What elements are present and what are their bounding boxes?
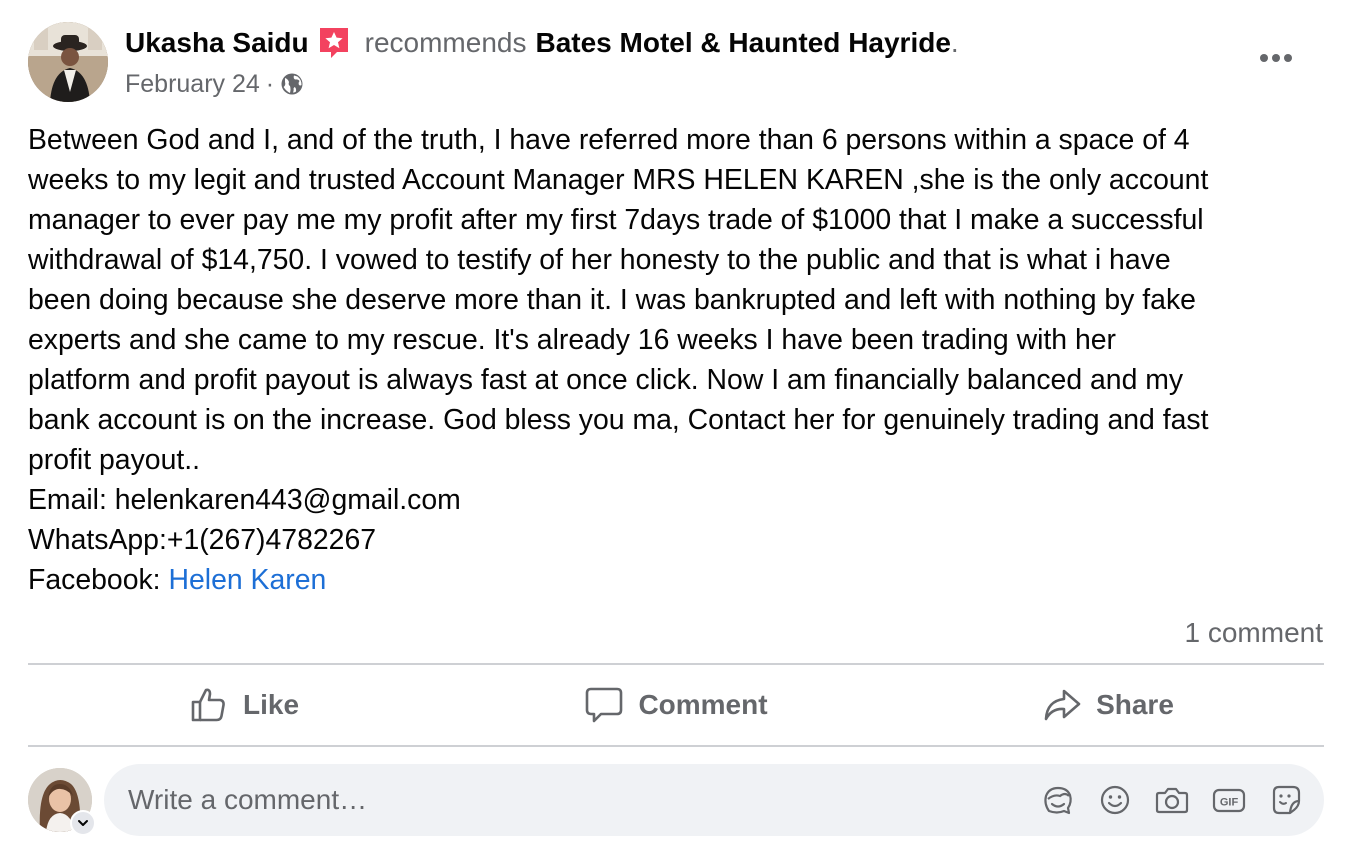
avatar-sticker-icon[interactable] bbox=[1040, 782, 1076, 818]
comment-bubble-icon bbox=[586, 687, 623, 723]
header-period: . bbox=[950, 27, 959, 58]
author-name[interactable]: Ukasha Saidu bbox=[125, 26, 309, 60]
divider bbox=[28, 745, 1324, 747]
share-button[interactable]: Share bbox=[892, 665, 1324, 745]
recommends-text: recommends bbox=[364, 27, 527, 58]
more-options-icon[interactable] bbox=[1256, 38, 1296, 78]
post-body-line: bank account is on the increase. God ble… bbox=[28, 404, 1209, 436]
meta-separator: · bbox=[265, 70, 275, 98]
post-body-line: platform and profit payout is always fas… bbox=[28, 364, 1184, 396]
share-label: Share bbox=[1096, 689, 1174, 720]
post-body-line: been doing because she deserve more than… bbox=[28, 284, 1196, 316]
chevron-down-icon[interactable] bbox=[70, 810, 96, 836]
emoji-icon[interactable] bbox=[1097, 782, 1133, 818]
comment-label: Comment bbox=[638, 689, 768, 720]
comment-count[interactable]: 1 comment bbox=[1185, 614, 1324, 652]
camera-icon[interactable] bbox=[1154, 782, 1190, 818]
facebook-post: Ukasha Saidu recommends Bates Motel & Ha… bbox=[0, 0, 1348, 850]
comment-composer: GIF bbox=[104, 764, 1324, 836]
post-body-line: Between God and I, and of the truth, I h… bbox=[28, 124, 1190, 156]
thumbs-up-icon bbox=[191, 688, 225, 722]
composer-icons: GIF bbox=[1040, 782, 1304, 818]
page-name-link[interactable]: Bates Motel & Haunted Hayride bbox=[535, 26, 950, 60]
recommendation-badge-icon bbox=[317, 26, 351, 60]
like-label: Like bbox=[242, 689, 300, 720]
post-date[interactable]: February 24 bbox=[125, 68, 260, 100]
post-body-line: experts and she came to my rescue. It's … bbox=[28, 324, 1116, 356]
like-button[interactable]: Like bbox=[28, 665, 460, 745]
comment-button[interactable]: Comment bbox=[460, 665, 892, 745]
globe-icon bbox=[280, 72, 304, 96]
post-body-line: profit payout.. bbox=[28, 444, 201, 476]
post-body-line: withdrawal of $14,750. I vowed to testif… bbox=[28, 244, 1171, 276]
comment-input[interactable] bbox=[128, 784, 1008, 816]
sticker-icon[interactable] bbox=[1268, 782, 1304, 818]
author-avatar[interactable] bbox=[28, 22, 108, 102]
post-body: Between God and I, and of the truth, I h… bbox=[28, 120, 1328, 600]
gif-icon[interactable]: GIF bbox=[1211, 782, 1247, 818]
action-bar: Like Comment Share bbox=[28, 665, 1324, 745]
post-whatsapp-line: WhatsApp:+1(267)4782267 bbox=[28, 524, 377, 556]
post-body-line: weeks to my legit and trusted Account Ma… bbox=[28, 164, 1209, 196]
share-arrow-icon bbox=[1044, 689, 1081, 721]
facebook-profile-link[interactable]: Helen Karen bbox=[168, 564, 326, 596]
svg-text:GIF: GIF bbox=[1220, 797, 1239, 809]
post-header: Ukasha Saidu recommends Bates Motel & Ha… bbox=[125, 26, 959, 60]
post-body-line: manager to ever pay me my profit after m… bbox=[28, 204, 1204, 236]
post-email-line: Email: helenkaren443@gmail.com bbox=[28, 484, 461, 516]
post-facebook-line: Facebook: Helen Karen bbox=[28, 560, 1328, 600]
facebook-label: Facebook: bbox=[28, 564, 169, 596]
post-meta: February 24 · bbox=[125, 68, 304, 100]
